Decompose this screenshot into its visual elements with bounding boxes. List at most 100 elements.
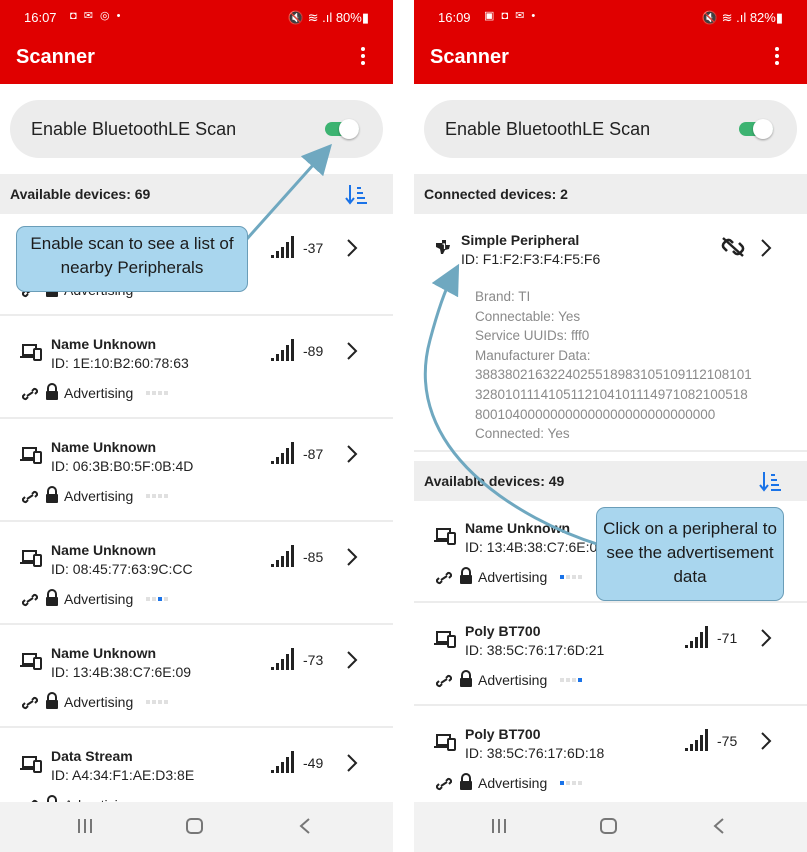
adv-indicator-dot [164,391,168,395]
device-name: Name Unknown [465,520,571,536]
advertising-label: Advertising [64,488,134,504]
device-rssi: -73 [303,652,324,668]
device-row[interactable]: Poly BT700 ID: 38:5C:76:17:6D:18 -75 Advert… [414,707,807,802]
adv-indicator-dot [158,391,162,395]
device-row[interactable]: Poly BT700 ID: 38:5C:76:17:6D:21 -71 Advert… [414,604,807,706]
device-name: Poly BT700 [465,623,541,639]
scan-toggle-label: Enable BluetoothLE Scan [445,119,651,139]
scan-toggle-switch[interactable] [325,119,359,139]
advertising-label: Advertising [64,385,134,401]
adv-indicator-dot [560,575,564,579]
chevron-right-icon[interactable] [346,341,358,361]
status-bar: 16:07 ◘ ✉ ◎ • 🔇 ≋ .ıl 80%▮ [0,0,393,36]
adv-indicator-dot [578,575,582,579]
connected-devices-title: Connected devices: 2 [424,186,568,202]
adv-indicator-dot [146,391,150,395]
app-title: Scanner [430,46,509,68]
adv-indicator [146,597,170,601]
connected-device-card[interactable]: Simple Peripheral ID: F1:F2:F3:F4:F5:F6 … [414,214,807,452]
device-row[interactable]: Name Unknown ID: 1E:10:B2:60:78:63 -89 Adve… [0,317,393,419]
recent-apps-icon[interactable] [76,816,94,836]
laptop-phone-icon [20,447,42,464]
device-rssi: -49 [303,755,324,771]
scan-toggle-label: Enable BluetoothLE Scan [31,119,237,139]
device-name: Data Stream [51,748,133,764]
device-row[interactable]: Name Unknown ID: 06:3B:B0:5F:0B:4D -87 Adve… [0,420,393,522]
detail-line: Connectable: Yes [475,308,581,324]
device-name: Name Unknown [51,645,157,661]
overflow-menu-icon[interactable] [767,44,787,72]
adv-indicator-dot [566,678,570,682]
adv-indicator [560,678,584,682]
adv-indicator-dot [566,575,570,579]
signal-bars-icon [271,236,294,258]
detail-line: Service UUIDs: fff0 [475,328,590,344]
sort-icon[interactable] [345,182,367,206]
chevron-right-icon[interactable] [346,238,358,258]
chevron-right-icon[interactable] [760,628,772,648]
lock-icon [460,567,472,584]
device-row[interactable]: Name Unknown ID: 08:45:77:63:9C:CC -85 Adve… [0,523,393,625]
device-address: ID: 38:5C:76:17:6D:21 [465,642,605,658]
peripheral-callout: Click on a peripheral to see the adverti… [596,507,784,601]
lock-icon [46,589,58,606]
laptop-phone-icon [20,344,42,361]
scan-toggle-switch[interactable] [739,119,773,139]
left-phone-screen: 16:07 ◘ ✉ ◎ • 🔇 ≋ .ıl 80%▮ Scanner Enabl… [0,0,393,852]
recent-apps-icon[interactable] [490,816,508,836]
status-right: 🔇 ≋ .ıl 80%▮ [287,10,369,25]
app-bar: Scanner [0,36,393,84]
chevron-right-icon[interactable] [346,753,358,773]
laptop-phone-icon [20,550,42,567]
advertisement-details: Brand: TI Connectable: Yes Service UUIDs: … [475,287,752,444]
device-list: Name UnknownID: 00:00:00:00:00:00-37Adve… [0,214,393,802]
connected-device-address: ID: F1:F2:F3:F4:F5:F6 [461,251,601,267]
adv-indicator-dot [566,781,570,785]
status-bar: 16:09 ▣ ◘ ✉ • 🔇 ≋ .ıl 82%▮ [414,0,807,36]
advertising-label: Advertising [64,694,134,710]
adv-indicator-dot [152,494,156,498]
scan-toggle-card[interactable]: Enable BluetoothLE Scan [10,100,383,158]
laptop-phone-icon [20,756,42,773]
signal-bars-icon [271,339,294,361]
connected-devices-header: Connected devices: 2 [414,174,807,214]
device-address: ID: 13:4B:38:C7:6E:09 [465,539,606,555]
signal-bars-icon [685,626,708,648]
signal-bars-icon [685,729,708,751]
back-icon[interactable] [712,816,726,836]
back-icon[interactable] [298,816,312,836]
advertising-label: Advertising [478,775,548,791]
device-address: ID: 06:3B:B0:5F:0B:4D [51,458,194,474]
lock-icon [46,383,58,400]
chevron-right-icon[interactable] [346,444,358,464]
device-rssi: -71 [717,630,738,646]
chevron-right-icon[interactable] [760,238,772,258]
available-devices-header: Available devices: 49 [414,461,807,501]
sort-icon[interactable] [759,469,781,493]
chevron-right-icon[interactable] [346,650,358,670]
home-icon[interactable] [599,816,619,836]
adv-indicator-dot [164,597,168,601]
adv-indicator-dot [572,678,576,682]
adv-indicator-dot [572,781,576,785]
device-row[interactable]: Name Unknown ID: 13:4B:38:C7:6E:09 -73 Adve… [0,626,393,728]
scan-toggle-card[interactable]: Enable BluetoothLE Scan [424,100,797,158]
device-rssi: -87 [303,446,324,462]
app-bar: Scanner [414,36,807,84]
overflow-menu-icon[interactable] [353,44,373,72]
device-rssi: -89 [303,343,324,359]
home-icon[interactable] [185,816,205,836]
available-devices-title: Available devices: 49 [424,473,565,489]
signal-bars-icon [271,648,294,670]
unlink-icon[interactable] [720,236,746,258]
device-name: Name Unknown [51,439,157,455]
adv-indicator-dot [152,391,156,395]
detail-line: 3883802163224025518983105109112108101 [475,367,752,383]
chevron-right-icon[interactable] [760,731,772,751]
chevron-right-icon[interactable] [346,547,358,567]
android-nav-bar [414,802,807,852]
advertising-label: Advertising [478,672,548,688]
app-title: Scanner [16,46,95,68]
link-icon [22,696,38,710]
device-row[interactable]: Data StreamID: A4:34:F1:AE:D3:8E-49Adver… [0,729,393,802]
